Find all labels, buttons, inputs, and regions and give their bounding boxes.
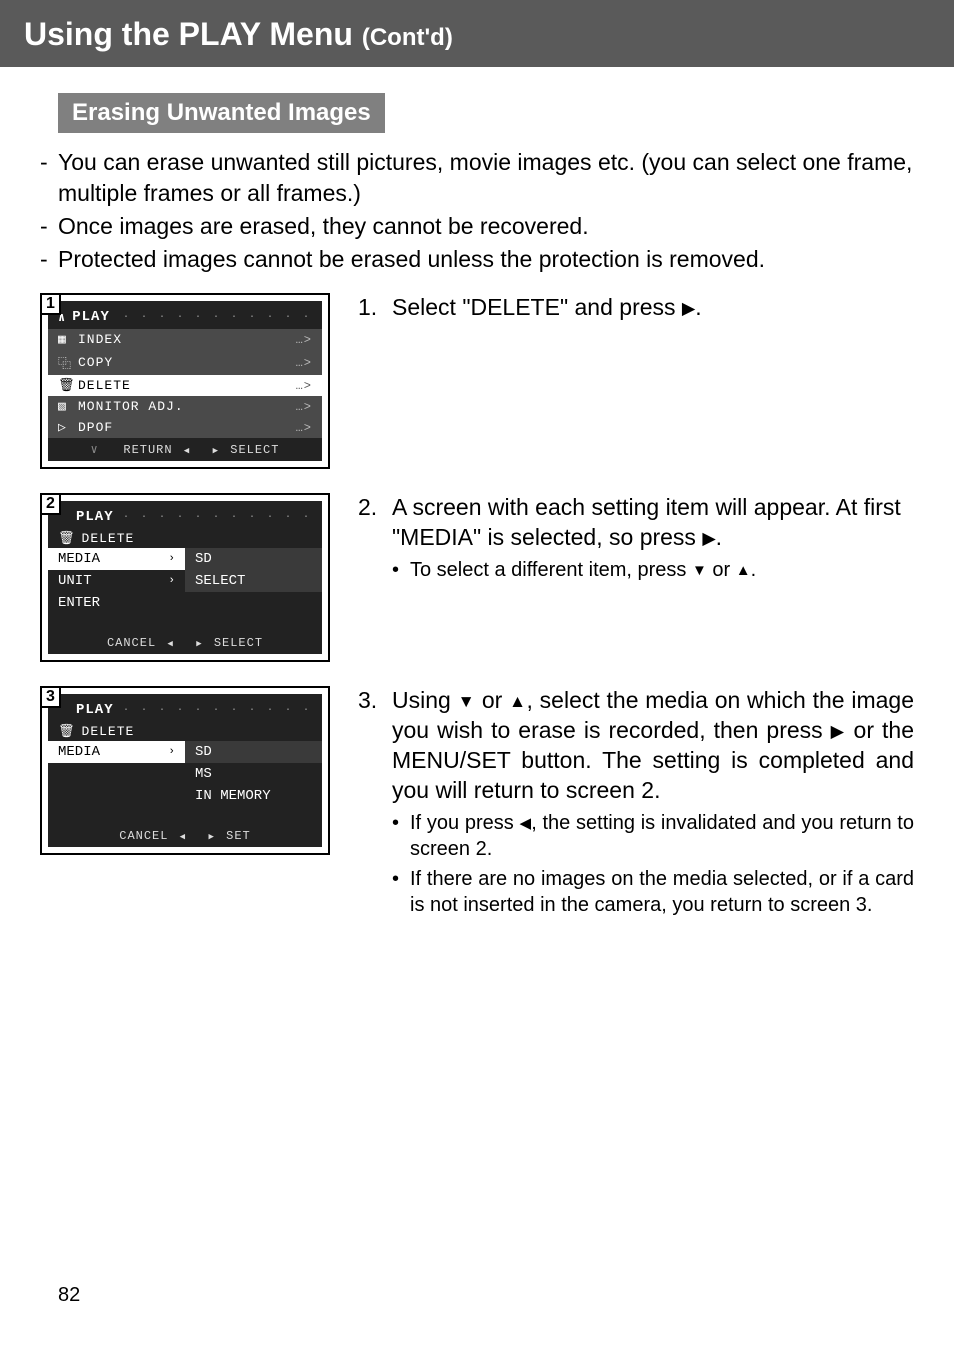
lcd-pair-left: MEDIA [58,744,100,760]
screenshot-number: 2 [40,493,61,515]
monitor-icon: ▧ [58,399,78,414]
screenshot-3: 3 PLAY· · · · · · · · · · · 🗑DELETE MEDI… [40,686,330,855]
lcd-pair-right: SD [185,548,322,570]
dpof-icon: ▷ [58,420,78,435]
lcd-pair-right: SD [185,741,322,763]
step-row-1: 1 ∧PLAY· · · · · · · · · · · ▦INDEX…> ⿻C… [40,293,914,469]
lcd-pair-right: IN MEMORY [185,785,322,807]
trash-icon: 🗑 [58,378,78,393]
step-row-3: 3 PLAY· · · · · · · · · · · 🗑DELETE MEDI… [40,686,914,918]
lcd-foot-right: SELECT [230,443,279,457]
lcd-foot-left: CANCEL [119,829,168,843]
step-2-text: 2. A screen with each setting item will … [358,493,914,583]
lcd-title: PLAY [72,309,110,325]
trash-icon: 🗑 [58,724,76,739]
lcd-pair-left: MEDIA [58,551,100,567]
intro-item: You can erase unwanted still pictures, m… [58,147,914,209]
step-1-text: 1. Select "DELETE" and press . [358,293,914,323]
left-triangle-icon [519,812,531,834]
step-3-text: 3. Using or , select the media on which … [358,686,914,918]
lcd-foot-left: CANCEL [107,636,156,650]
down-triangle-icon [692,559,707,581]
page-number: 82 [58,1284,80,1307]
right-triangle-icon [702,524,715,550]
copy-icon: ⿻ [58,353,78,372]
lcd-item-selected: DELETE [78,378,296,393]
lcd-foot-left: RETURN [123,443,172,457]
step-number: 2. [358,493,392,553]
intro-list: -You can erase unwanted still pictures, … [40,147,914,275]
lcd-pair-left: ENTER [58,595,100,611]
step-row-2: 2 PLAY· · · · · · · · · · · 🗑DELETE MEDI… [40,493,914,662]
lcd-foot-right: SET [226,829,251,843]
right-triangle-icon [831,717,846,743]
up-triangle-icon [736,559,751,581]
lcd-foot-right: SELECT [214,636,263,650]
screenshot-number: 1 [40,293,61,315]
lcd-title: PLAY [76,702,114,718]
trash-icon: 🗑 [58,531,76,546]
screenshot-number: 3 [40,686,61,708]
step-number: 1. [358,293,392,323]
intro-item: Protected images cannot be erased unless… [58,244,914,275]
step-number: 3. [358,686,392,806]
index-icon: ▦ [58,332,78,347]
lcd-subhead: DELETE [82,724,135,739]
lcd-item: MONITOR ADJ. [78,399,296,414]
lcd-item: DPOF [78,420,296,435]
right-triangle-icon [682,294,695,320]
screenshot-2: 2 PLAY· · · · · · · · · · · 🗑DELETE MEDI… [40,493,330,662]
lcd-item: INDEX [78,332,296,347]
lcd-pair-right: SELECT [185,570,322,592]
down-triangle-icon [458,687,475,713]
intro-item: Once images are erased, they cannot be r… [58,211,914,242]
lcd-pair-left: UNIT [58,573,92,589]
screenshot-1: 1 ∧PLAY· · · · · · · · · · · ▦INDEX…> ⿻C… [40,293,330,469]
header-subtitle: (Cont'd) [362,24,453,51]
header-title: Using the PLAY Menu [24,16,353,52]
lcd-item: COPY [78,355,296,370]
section-title: Erasing Unwanted Images [58,93,385,133]
page-header: Using the PLAY Menu (Cont'd) [0,0,954,67]
lcd-title: PLAY [76,509,114,525]
lcd-subhead: DELETE [82,531,135,546]
up-triangle-icon [509,687,526,713]
lcd-pair-right: MS [185,763,322,785]
